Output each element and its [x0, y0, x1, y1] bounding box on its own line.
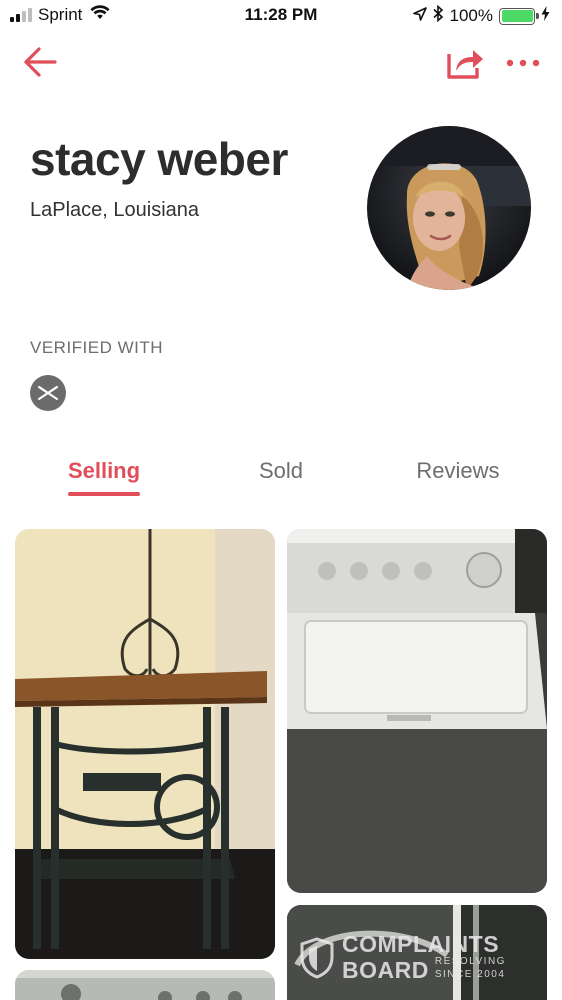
- watermark-line2: BOARD: [342, 957, 429, 983]
- email-verified-icon[interactable]: [30, 375, 66, 411]
- tab-selling[interactable]: Selling: [44, 458, 164, 484]
- avatar-photo: [367, 126, 531, 290]
- charging-icon: [541, 6, 550, 26]
- sewing-table-photo: [15, 529, 275, 959]
- listing-card-washer[interactable]: [287, 529, 547, 893]
- battery-icon: [499, 7, 539, 25]
- tab-sold[interactable]: Sold: [221, 458, 341, 484]
- verified-with-label: VERIFIED WITH: [30, 338, 164, 357]
- status-bar: Sprint 11:28 PM 100%: [0, 0, 562, 32]
- tab-reviews[interactable]: Reviews: [398, 458, 518, 484]
- appliance-panel-photo: [15, 970, 275, 1000]
- washer-photo: [287, 529, 547, 893]
- watermark-line1: COMPLAINTS: [342, 931, 500, 957]
- avatar[interactable]: [367, 126, 531, 290]
- status-right: 100%: [412, 4, 550, 27]
- share-button[interactable]: [446, 44, 484, 80]
- battery-percent: 100%: [449, 6, 493, 25]
- bluetooth-icon: [432, 4, 444, 27]
- back-button[interactable]: [22, 44, 58, 80]
- complaints-board-watermark: COMPLAINTS BOARD RESOLVING SINCE 2004: [300, 933, 506, 982]
- profile-name: stacy weber: [30, 133, 288, 185]
- profile-location: LaPlace, Louisiana: [30, 199, 200, 221]
- back-arrow-icon: [24, 47, 57, 77]
- listing-card-sewing-table[interactable]: [15, 529, 275, 959]
- watermark-tagline1: RESOLVING: [434, 956, 506, 967]
- active-tab-indicator: [68, 492, 140, 496]
- watermark-tagline2: SINCE 2004: [434, 969, 506, 980]
- listing-card-appliance-panel[interactable]: [15, 970, 275, 1000]
- shield-logo-icon: [300, 936, 334, 979]
- more-dots-icon: [506, 59, 540, 67]
- location-arrow-icon: [412, 6, 427, 26]
- more-button[interactable]: [504, 52, 542, 74]
- share-icon: [447, 50, 483, 79]
